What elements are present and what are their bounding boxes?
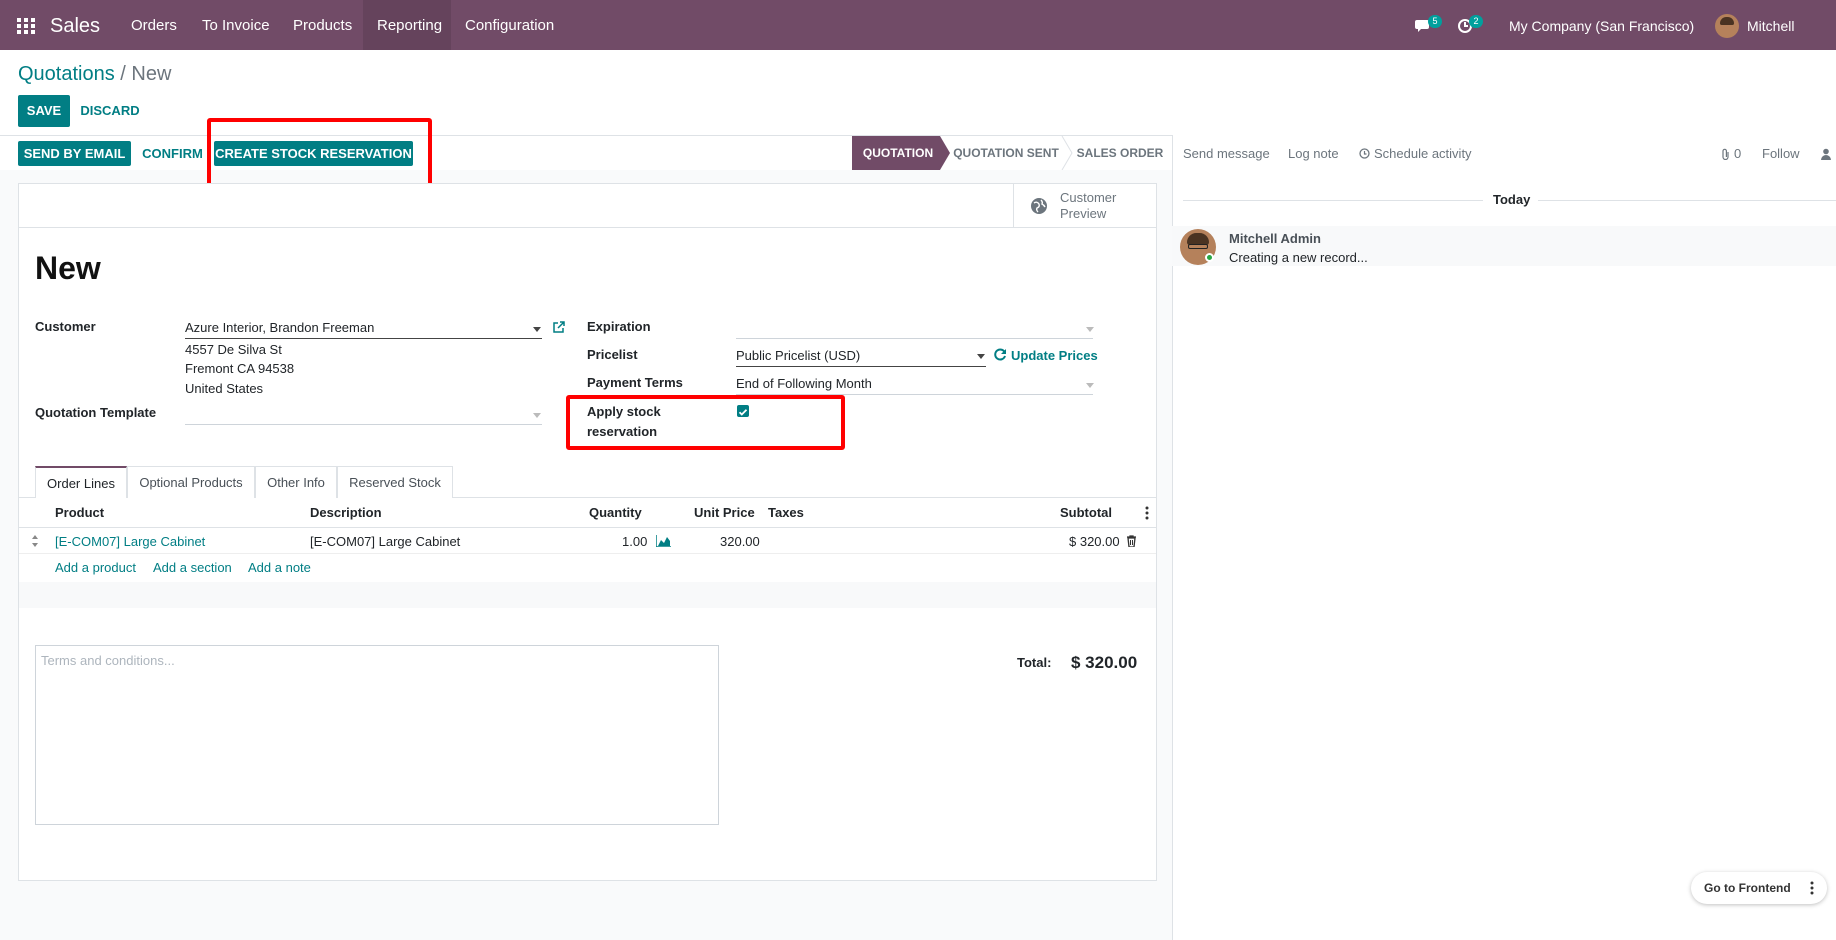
customer-preview-label: Customer	[1060, 190, 1117, 205]
user-menu[interactable]: Mitchell Admin	[1747, 0, 1836, 86]
date-separator: Today	[1493, 192, 1531, 207]
tab-other-info[interactable]: Other Info	[255, 466, 337, 498]
menu-orders[interactable]: Orders	[131, 0, 177, 50]
empty-row	[19, 582, 1156, 608]
customer-label: Customer	[35, 319, 96, 334]
quotation-template-label: Quotation Template	[35, 405, 157, 420]
status-quotation[interactable]: QUOTATION	[852, 136, 944, 170]
refresh-icon[interactable]	[994, 348, 1007, 361]
status-sales-order[interactable]: SALES ORDER	[1070, 136, 1170, 170]
tab-reserved-stock[interactable]: Reserved Stock	[337, 466, 453, 498]
drag-handle-icon[interactable]	[31, 535, 39, 547]
online-status-icon	[1205, 253, 1214, 262]
expiration-label: Expiration	[587, 319, 651, 334]
terms-placeholder: Terms and conditions...	[41, 653, 175, 668]
column-options-icon[interactable]	[1145, 506, 1149, 520]
col-taxes[interactable]: Taxes	[768, 505, 804, 520]
col-description[interactable]: Description	[310, 505, 382, 520]
add-section-link[interactable]: Add a section	[153, 560, 232, 575]
breadcrumb-quotations[interactable]: Quotations	[18, 63, 115, 85]
payment-terms-field[interactable]: End of Following Month	[736, 376, 872, 391]
menu-reporting[interactable]: Reporting	[377, 0, 442, 50]
more-options-icon[interactable]	[1810, 881, 1814, 895]
col-unit-price[interactable]: Unit Price	[694, 505, 755, 520]
payment-terms-label: Payment Terms	[587, 375, 683, 390]
confirm-button[interactable]: CONFIRM	[139, 141, 206, 166]
highlight-create-stock-reservation	[207, 118, 432, 188]
status-quotation-sent[interactable]: QUOTATION SENT	[950, 136, 1062, 170]
line-quantity[interactable]: 1.00	[622, 534, 647, 549]
customer-dropdown-caret[interactable]	[533, 327, 541, 332]
customer-address-street: 4557 De Silva St	[185, 342, 282, 357]
external-link-icon[interactable]	[552, 321, 565, 334]
expiration-field[interactable]	[736, 338, 1093, 339]
message-body: Creating a new record...	[1229, 250, 1368, 265]
follow-button[interactable]: Follow	[1762, 146, 1800, 161]
forecast-chart-icon[interactable]	[656, 535, 671, 547]
followers-icon[interactable]	[1820, 148, 1832, 160]
message-author[interactable]: Mitchell Admin	[1229, 231, 1321, 246]
log-note-button[interactable]: Log note	[1288, 146, 1339, 161]
menu-configuration[interactable]: Configuration	[465, 0, 554, 50]
save-button[interactable]: SAVE	[18, 95, 70, 127]
send-by-email-button[interactable]: SEND BY EMAIL	[18, 141, 131, 166]
messages-count-badge: 5	[1428, 15, 1442, 28]
paperclip-icon[interactable]	[1721, 148, 1730, 160]
menu-products[interactable]: Products	[293, 0, 352, 50]
add-note-link[interactable]: Add a note	[248, 560, 311, 575]
go-to-frontend-button[interactable]: Go to Frontend	[1704, 881, 1791, 895]
payment-terms-caret[interactable]	[1086, 383, 1094, 388]
trash-icon[interactable]	[1126, 535, 1137, 547]
customer-address-country: United States	[185, 381, 264, 396]
customer-preview-sublabel: Preview	[1060, 206, 1107, 221]
col-subtotal[interactable]: Subtotal	[1060, 505, 1112, 520]
line-unit-price[interactable]: 320.00	[720, 534, 760, 549]
customer-preview-button[interactable]: Customer Preview	[1014, 184, 1156, 227]
schedule-activity-button[interactable]: Schedule activity	[1374, 146, 1472, 161]
activities-count-badge: 2	[1469, 15, 1483, 28]
terms-textarea[interactable]: Terms and conditions...	[35, 645, 719, 825]
apps-menu-icon[interactable]	[17, 18, 35, 34]
pricelist-caret[interactable]	[977, 354, 985, 359]
line-subtotal: $ 320.00	[1069, 534, 1120, 549]
col-product[interactable]: Product	[55, 505, 104, 520]
company-switcher[interactable]: My Company (San Francisco)	[1509, 0, 1694, 50]
user-avatar[interactable]	[1715, 14, 1739, 38]
highlight-apply-stock-reservation	[566, 395, 845, 450]
customer-field[interactable]: Azure Interior, Brandon Freeman	[185, 320, 374, 335]
update-prices-button[interactable]: Update Prices	[1011, 348, 1098, 363]
send-message-button[interactable]: Send message	[1183, 146, 1270, 161]
pricelist-field[interactable]: Public Pricelist (USD)	[736, 348, 860, 363]
clock-icon	[1359, 148, 1370, 159]
order-lines-header	[19, 498, 1156, 528]
globe-icon	[1031, 198, 1047, 214]
go-to-frontend-widget: Go to Frontend	[1691, 872, 1827, 904]
top-navbar: Sales Orders To Invoice Products Reporti…	[0, 0, 1836, 86]
discard-button[interactable]: DISCARD	[79, 95, 141, 127]
customer-address-city: Fremont CA 94538	[185, 361, 295, 376]
pricelist-label: Pricelist	[587, 347, 638, 362]
menu-to-invoice[interactable]: To Invoice	[202, 0, 270, 50]
total-amount: $ 320.00	[1071, 653, 1138, 672]
col-quantity[interactable]: Quantity	[589, 505, 642, 520]
tab-optional-products[interactable]: Optional Products	[127, 466, 255, 498]
add-product-link[interactable]: Add a product	[55, 560, 136, 575]
total-label: Total:	[1017, 655, 1052, 670]
line-product[interactable]: [E-COM07] Large Cabinet	[55, 534, 205, 549]
expiration-caret[interactable]	[1086, 327, 1094, 332]
record-title: New	[35, 250, 101, 286]
breadcrumb: Quotations / New	[18, 63, 171, 86]
breadcrumb-separator: /	[120, 63, 126, 85]
quotation-template-field[interactable]	[185, 424, 542, 425]
app-name[interactable]: Sales	[50, 0, 100, 50]
quotation-template-caret[interactable]	[533, 413, 541, 418]
breadcrumb-current: New	[131, 63, 172, 85]
tab-order-lines[interactable]: Order Lines	[35, 466, 127, 499]
line-description[interactable]: [E-COM07] Large Cabinet	[310, 534, 460, 549]
attachments-count[interactable]: 0	[1734, 146, 1741, 161]
